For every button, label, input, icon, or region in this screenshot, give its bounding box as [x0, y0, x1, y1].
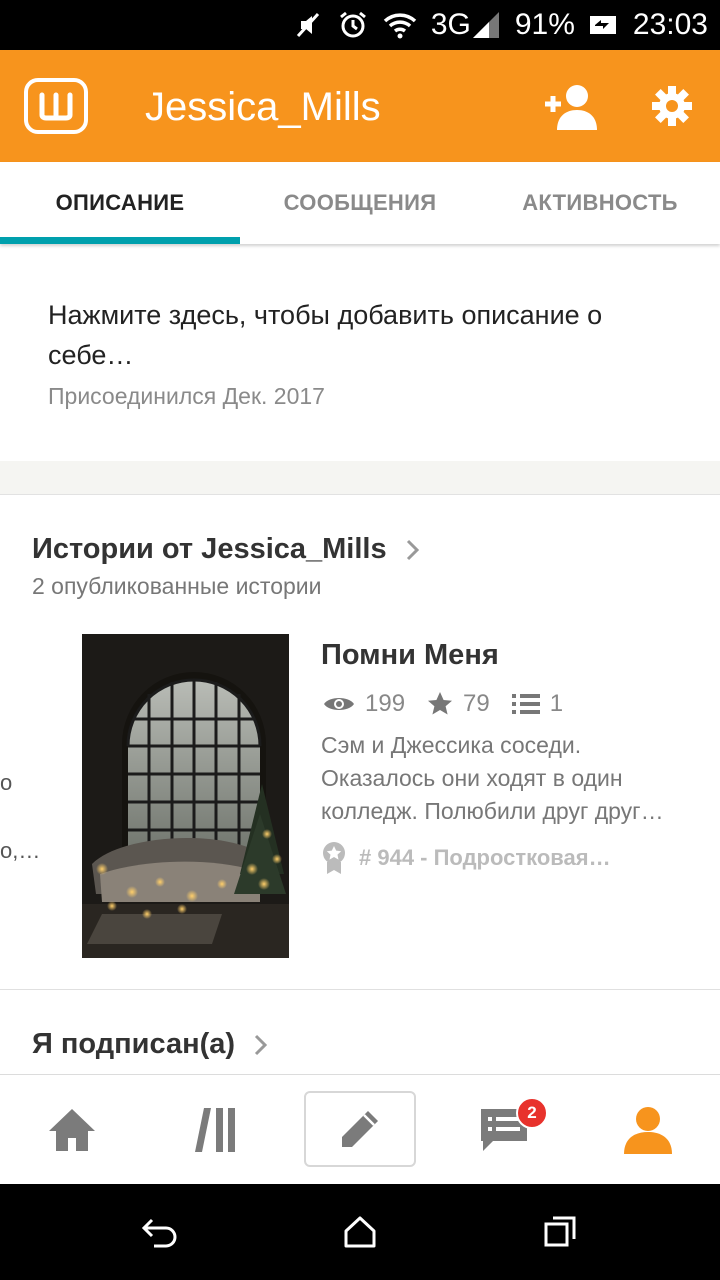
signal-icon: 3G — [431, 8, 501, 42]
write-icon — [342, 1111, 378, 1147]
add-user-icon[interactable] — [543, 84, 601, 130]
section-divider — [0, 461, 720, 495]
recents-icon[interactable] — [540, 1212, 580, 1252]
eye-icon — [324, 698, 354, 710]
story-description-line: Сэм и Джессика соседи. — [321, 732, 582, 758]
stories-title: Истории от Jessica_Mills — [32, 533, 387, 565]
wattpad-logo-icon[interactable] — [24, 78, 88, 134]
parts-stat: 1 — [511, 690, 564, 718]
story-description-line: Оказалось они ходят в один — [321, 765, 623, 791]
system-navigation — [0, 1184, 720, 1280]
following-section[interactable]: Я подписан(а) — [0, 990, 720, 1074]
tab-description[interactable]: ОПИСАНИЕ — [0, 162, 240, 244]
tab-activity[interactable]: АКТИВНОСТЬ — [480, 162, 720, 244]
following-header[interactable]: Я подписан(а) — [32, 1028, 271, 1061]
wifi-icon — [383, 11, 417, 39]
home-icon — [49, 1109, 95, 1151]
chevron-right-icon — [255, 1035, 268, 1056]
profile-username: Jessica_Mills — [145, 85, 381, 129]
status-bar: 3G 91% 23:03 — [0, 0, 720, 50]
battery-percent: 91% — [514, 8, 575, 41]
clock: 23:03 — [632, 8, 708, 41]
tab-activity-label: АКТИВНОСТЬ — [522, 190, 678, 215]
story-cover-image[interactable] — [82, 634, 289, 958]
story-description[interactable]: Сэм и Джессика соседи. Оказалось они ход… — [321, 729, 691, 828]
app-header: Jessica_Mills — [0, 50, 720, 162]
stories-count: 2 опубликованные истории — [32, 573, 322, 599]
chevron-right-icon — [406, 540, 419, 561]
tab-description-label: ОПИСАНИЕ — [55, 190, 185, 215]
ranking-badge-icon — [323, 842, 345, 874]
battery-icon — [589, 14, 619, 36]
active-tab-indicator — [0, 237, 240, 244]
story-rank-text: # 944 - Подростковая… — [359, 845, 611, 870]
messages-badge: 2 — [516, 1097, 548, 1129]
bottom-navigation: 2 — [0, 1074, 720, 1185]
reads-count: 199 — [365, 690, 406, 717]
mute-icon — [293, 10, 323, 40]
nav-messages[interactable] — [432, 1075, 576, 1185]
previous-story-peek-line: о — [0, 770, 13, 795]
add-description-prompt[interactable]: Нажмите здесь, чтобы добавить описание о… — [48, 295, 668, 375]
story-title[interactable]: Помни Меня — [321, 639, 499, 672]
votes-stat: 79 — [427, 690, 490, 718]
joined-date: Присоединился Дек. 2017 — [48, 383, 325, 409]
nav-library[interactable] — [144, 1075, 288, 1185]
previous-story-peek-line: о,… — [0, 838, 41, 863]
parts-count: 1 — [549, 690, 564, 717]
description-section[interactable]: Нажмите здесь, чтобы добавить описание о… — [0, 247, 720, 461]
following-title: Я подписан(а) — [32, 1028, 236, 1060]
story-rank[interactable]: # 944 - Подростковая… — [321, 841, 611, 875]
tab-messages[interactable]: СООБЩЕНИЯ — [240, 162, 480, 244]
nav-profile[interactable] — [576, 1075, 720, 1185]
library-icon — [195, 1108, 235, 1152]
profile-tabs: ОПИСАНИЕ СООБЩЕНИЯ АКТИВНОСТЬ — [0, 162, 720, 244]
network-type: 3G — [430, 8, 471, 41]
story-description-line: колледж. Полюбили друг друг… — [321, 798, 664, 824]
back-icon[interactable] — [140, 1212, 180, 1252]
votes-count: 79 — [463, 690, 490, 717]
nav-home[interactable] — [0, 1075, 144, 1185]
home-icon[interactable] — [340, 1212, 380, 1252]
nav-write[interactable] — [304, 1091, 416, 1167]
stories-header[interactable]: Истории от Jessica_Mills — [32, 533, 423, 566]
reads-stat: 199 — [323, 690, 405, 718]
gear-icon[interactable] — [650, 84, 694, 128]
story-stats: 199 79 1 — [323, 687, 585, 721]
profile-icon — [624, 1107, 672, 1154]
list-icon — [511, 694, 540, 714]
alarm-icon — [337, 9, 369, 41]
stories-section: Истории от Jessica_Mills 2 опубликованны… — [0, 495, 720, 989]
star-icon — [428, 692, 453, 715]
tab-messages-label: СООБЩЕНИЯ — [283, 190, 437, 215]
